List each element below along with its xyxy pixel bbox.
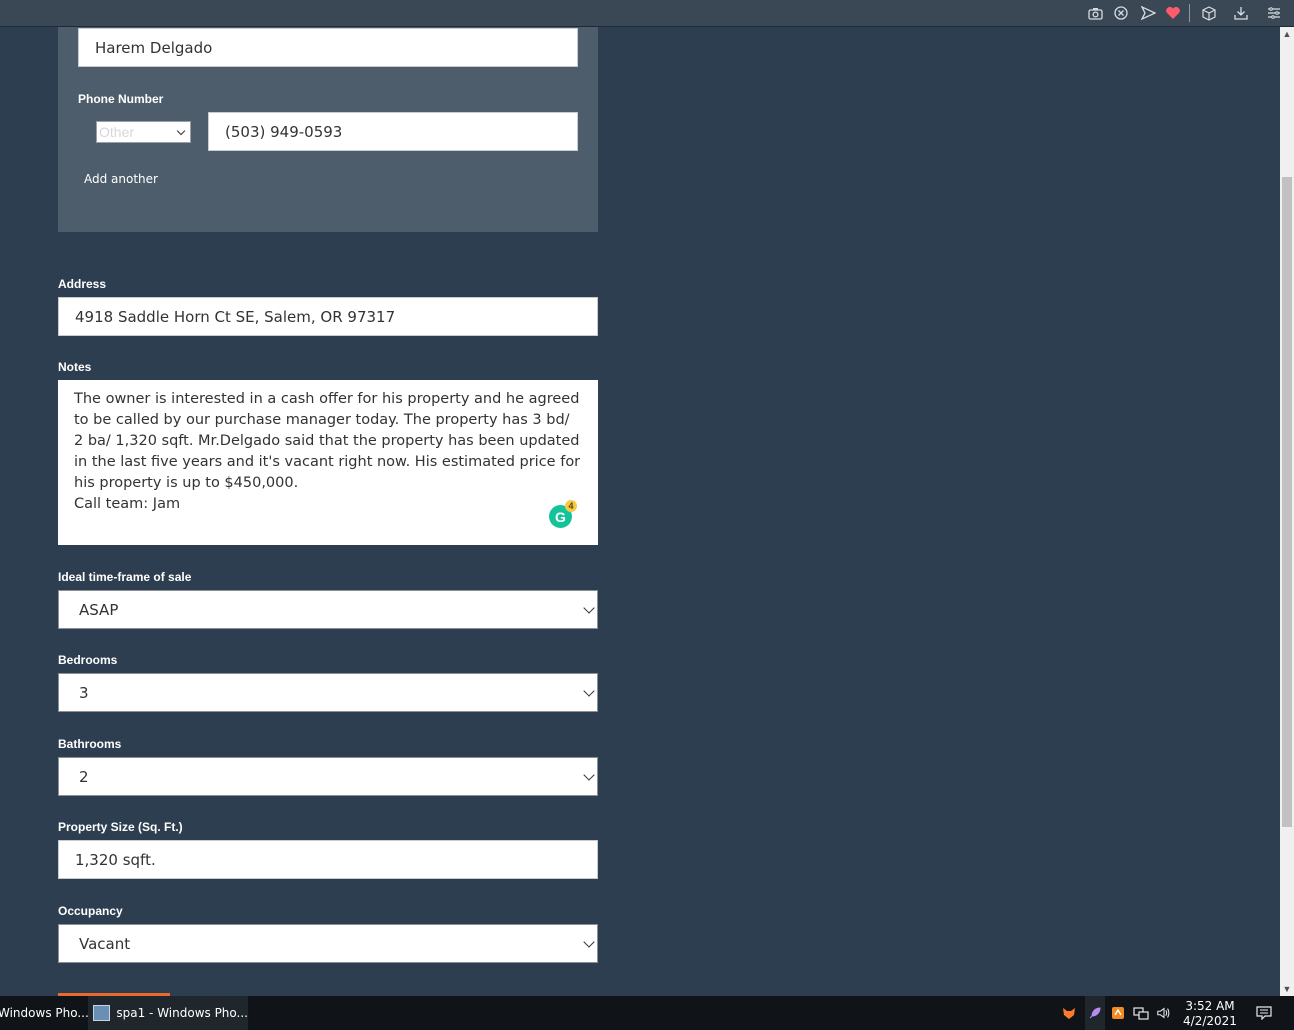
notification-center-icon[interactable] — [1255, 1005, 1273, 1021]
page-scrollbar[interactable]: ▲ ▼ — [1280, 27, 1294, 996]
address-label: Address — [58, 277, 107, 291]
notes-text-call-team: Call team: Jam — [74, 496, 181, 512]
phone-field[interactable]: (503) 949-0593 — [208, 112, 578, 151]
chevron-down-icon — [176, 126, 186, 136]
scroll-down-icon[interactable]: ▼ — [1280, 982, 1294, 996]
scroll-thumb[interactable] — [1282, 177, 1292, 827]
volume-icon[interactable] — [1156, 1005, 1172, 1021]
menu-icon[interactable] — [1265, 4, 1283, 22]
property-size-value: 1,320 sqft. — [75, 850, 156, 869]
chevron-down-icon — [583, 601, 595, 614]
chevron-down-icon — [583, 935, 595, 948]
windows-taskbar: Windows Pho... spa1 - Windows Pho... 3:5… — [0, 996, 1294, 1030]
fox-icon[interactable] — [1061, 1005, 1077, 1021]
chevron-down-icon — [583, 768, 595, 781]
taskbar-app-spa1-label: spa1 - Windows Pho... — [116, 1006, 248, 1020]
name-value: Harem Delgado — [95, 38, 213, 57]
occupancy-select[interactable]: Vacant — [58, 924, 598, 963]
phone-type-select[interactable]: Other — [96, 121, 191, 143]
bedrooms-label: Bedrooms — [58, 653, 118, 667]
heart-icon[interactable] — [1164, 4, 1182, 22]
bathrooms-select[interactable]: 2 — [58, 757, 598, 796]
clock-date: 4/2/2021 — [1183, 1014, 1237, 1028]
grammarly-count-badge: 4 — [565, 500, 577, 512]
taskbar-app-photos[interactable]: Windows Pho... — [0, 996, 89, 1030]
bathrooms-label: Bathrooms — [58, 737, 122, 751]
close-circle-icon[interactable] — [1112, 4, 1130, 22]
send-icon[interactable] — [1139, 4, 1157, 22]
timeframe-select[interactable]: ASAP — [58, 590, 598, 629]
taskbar-clock[interactable]: 3:52 AM 4/2/2021 — [1180, 999, 1240, 1029]
occupancy-value: Vacant — [79, 934, 131, 953]
browser-toolbar — [0, 0, 1294, 27]
toolbar-divider — [1189, 4, 1190, 22]
add-another-link[interactable]: Add another — [84, 172, 158, 186]
scroll-up-icon[interactable]: ▲ — [1280, 27, 1294, 41]
notes-label: Notes — [58, 360, 92, 374]
download-icon[interactable] — [1232, 4, 1250, 22]
phone-type-value: Other — [99, 124, 135, 140]
cube-icon[interactable] — [1200, 4, 1218, 22]
phone-label: Phone Number — [78, 92, 164, 106]
bedrooms-value: 3 — [79, 683, 89, 702]
form-page: Harem Delgado Phone Number Other (503) 9… — [0, 27, 1280, 996]
timeframe-value: ASAP — [79, 600, 119, 619]
feather-icon[interactable] — [1085, 996, 1105, 1030]
notes-text: The owner is interested in a cash offer … — [74, 391, 581, 491]
notes-textarea[interactable]: The owner is interested in a cash offer … — [58, 380, 598, 545]
photo-thumbnail-icon — [93, 1005, 111, 1021]
property-size-field[interactable]: 1,320 sqft. — [58, 840, 598, 879]
bathrooms-value: 2 — [79, 767, 89, 786]
taskbar-app-spa1[interactable]: spa1 - Windows Pho... — [88, 996, 248, 1030]
name-field[interactable]: Harem Delgado — [78, 28, 578, 67]
occupancy-label: Occupancy — [58, 904, 123, 918]
app-tray-icon[interactable] — [1110, 1005, 1126, 1021]
taskbar-app-photos-label: Windows Pho... — [0, 1006, 89, 1020]
phone-value: (503) 949-0593 — [225, 122, 343, 141]
address-value: 4918 Saddle Horn Ct SE, Salem, OR 97317 — [75, 307, 396, 326]
camera-icon[interactable] — [1086, 4, 1104, 22]
network-icon[interactable] — [1133, 1005, 1149, 1021]
address-field[interactable]: 4918 Saddle Horn Ct SE, Salem, OR 97317 — [58, 297, 598, 336]
chevron-down-icon — [583, 684, 595, 697]
property-size-label: Property Size (Sq. Ft.) — [58, 820, 183, 834]
timeframe-label: Ideal time-frame of sale — [58, 570, 192, 584]
clock-time: 3:52 AM — [1185, 999, 1235, 1013]
bedrooms-select[interactable]: 3 — [58, 673, 598, 712]
